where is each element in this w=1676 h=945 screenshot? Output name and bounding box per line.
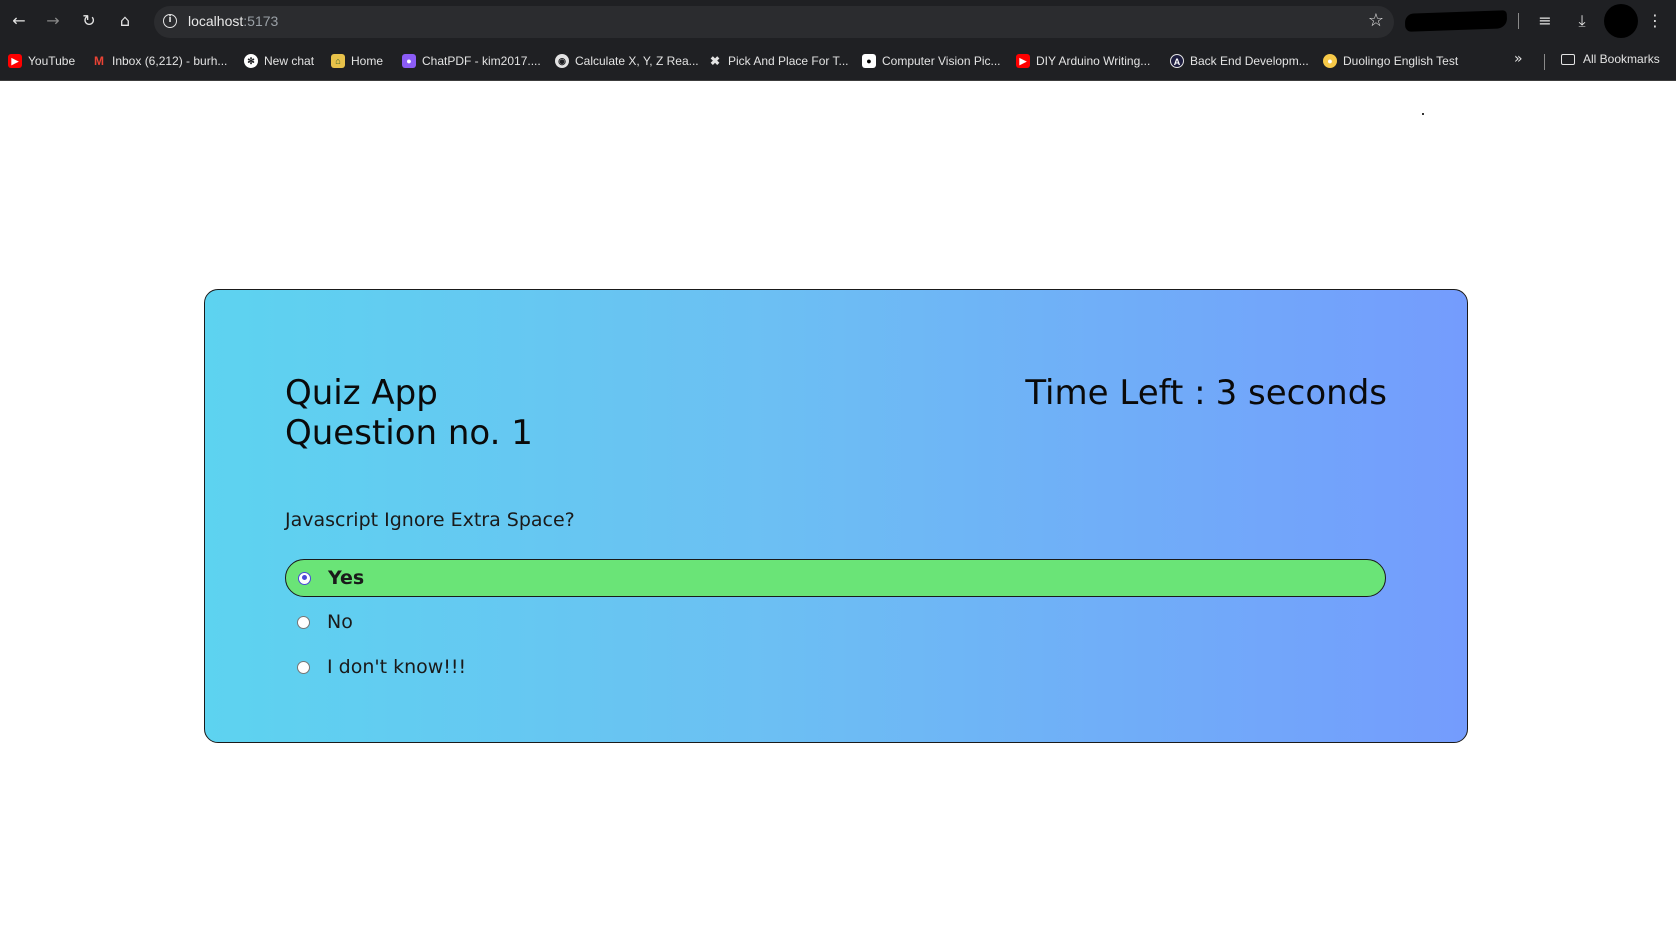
youtube-icon: ▶	[1016, 54, 1030, 68]
question-number: Question no. 1	[285, 413, 533, 453]
download-icon[interactable]: ⤓	[1571, 10, 1593, 32]
bookmark-back-end[interactable]: A Back End Developm...	[1170, 52, 1309, 70]
folder-icon	[1561, 53, 1575, 65]
bookmark-label: DIY Arduino Writing...	[1036, 54, 1151, 68]
bookmark-label: YouTube	[28, 54, 76, 68]
bookmark-pick-and-place[interactable]: ✖ Pick And Place For T...	[708, 52, 849, 70]
home-icon[interactable]: ⌂	[114, 10, 136, 32]
bookmark-star-icon[interactable]: ☆	[1368, 11, 1384, 31]
bookmark-calculate[interactable]: ◉ Calculate X, Y, Z Rea...	[555, 52, 699, 70]
option-no[interactable]: No	[285, 603, 1386, 641]
home-bookmark-icon: ⌂	[331, 54, 345, 68]
radio-button[interactable]	[298, 571, 311, 585]
bookmark-label: ChatPDF - kim2017....	[422, 54, 541, 68]
timer-prefix: Time Left :	[1025, 373, 1206, 413]
bookmark-label: Inbox (6,212) - burh...	[112, 54, 228, 68]
option-label: Yes	[328, 567, 365, 589]
app-title: Quiz App	[285, 373, 438, 413]
option-dont-know[interactable]: I don't know!!!	[285, 648, 1386, 686]
all-bookmarks-label: All Bookmarks	[1583, 52, 1660, 66]
url-host: localhost	[188, 13, 244, 29]
option-label: I don't know!!!	[327, 656, 467, 678]
bookmark-new-chat[interactable]: ✻ New chat	[244, 52, 314, 70]
globe-icon: ◉	[555, 54, 569, 68]
more-bookmarks-icon[interactable]: »	[1514, 51, 1523, 67]
bookmark-label: Computer Vision Pic...	[882, 54, 1001, 68]
chatgpt-icon: ✻	[244, 54, 258, 68]
bookmark-duolingo[interactable]: ● Duolingo English Test	[1323, 52, 1458, 70]
timer-value: 3 seconds	[1215, 373, 1387, 413]
medium-icon: ●	[862, 54, 876, 68]
toolbar-divider	[1518, 13, 1519, 29]
bookmark-inbox[interactable]: M Inbox (6,212) - burh...	[92, 52, 227, 70]
url-text[interactable]: localhost:5173	[188, 13, 278, 29]
option-label: No	[327, 611, 353, 633]
reload-icon[interactable]: ↻	[78, 10, 100, 32]
profile-avatar[interactable]	[1604, 4, 1638, 38]
forward-icon[interactable]: →	[42, 10, 64, 32]
gmail-icon: M	[94, 54, 104, 68]
radio-button[interactable]	[297, 615, 310, 629]
address-bar[interactable]: i localhost:5173 ☆	[154, 6, 1394, 38]
stray-dot	[1422, 113, 1424, 115]
bookmark-youtube[interactable]: ▶ YouTube	[8, 52, 75, 70]
more-menu-icon[interactable]: ⋮	[1644, 10, 1666, 32]
duolingo-icon: ●	[1323, 54, 1337, 68]
browser-toolbar: ← → ↻ ⌂ i localhost:5173 ☆ ≡ ⤓ ⋮	[0, 0, 1676, 42]
bookmarks-bar: ▶ YouTube M Inbox (6,212) - burh... ✻ New c…	[0, 42, 1676, 81]
url-port: :5173	[243, 13, 279, 29]
back-icon[interactable]: ←	[8, 10, 30, 32]
bookmark-label: Back End Developm...	[1190, 54, 1309, 68]
robot-icon: ✖	[709, 54, 721, 68]
bookmarks-divider	[1544, 54, 1545, 70]
bookmark-label: Calculate X, Y, Z Rea...	[575, 54, 699, 68]
angular-icon: A	[1170, 54, 1184, 68]
bookmark-diy-arduino[interactable]: ▶ DIY Arduino Writing...	[1016, 52, 1150, 70]
bookmark-chatpdf[interactable]: ● ChatPDF - kim2017....	[402, 52, 541, 70]
redacted-extension-area	[1404, 10, 1508, 32]
bookmark-label: Duolingo English Test	[1343, 54, 1459, 68]
quiz-card: Quiz App Question no. 1 Time Left : 3 se…	[204, 289, 1468, 743]
timer: Time Left : 3 seconds	[1025, 373, 1387, 413]
all-bookmarks-button[interactable]: All Bookmarks	[1561, 52, 1660, 66]
radio-button[interactable]	[297, 660, 310, 674]
question-text: Javascript Ignore Extra Space?	[285, 509, 575, 531]
option-yes[interactable]: Yes	[285, 559, 1386, 597]
media-queue-icon[interactable]: ≡	[1534, 10, 1556, 32]
bookmark-home[interactable]: ⌂ Home	[331, 52, 383, 70]
chatpdf-icon: ●	[402, 54, 416, 68]
bookmark-label: Home	[351, 54, 384, 68]
bookmark-label: New chat	[264, 54, 315, 68]
bookmark-label: Pick And Place For T...	[728, 54, 849, 68]
site-info-icon[interactable]: i	[163, 14, 177, 28]
youtube-icon: ▶	[8, 54, 22, 68]
bookmark-computer-vision[interactable]: ● Computer Vision Pic...	[862, 52, 1001, 70]
